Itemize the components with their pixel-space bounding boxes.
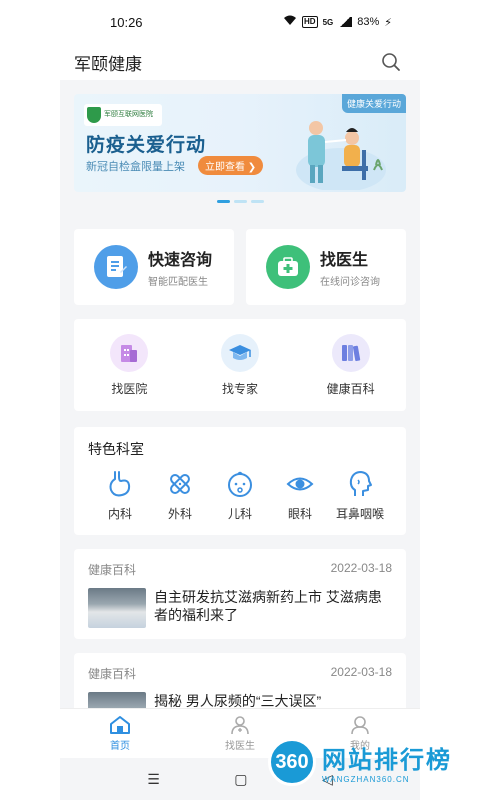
banner-section: 军颐互联网医院 防疫关爱行动 新冠自检盒限量上架 立即查看 ❯ 健康关爱行动 bbox=[60, 80, 420, 192]
status-time: 10:26 bbox=[110, 14, 143, 30]
banner-subtitle: 新冠自检盒限量上架 bbox=[86, 161, 185, 173]
graduation-cap-icon bbox=[220, 333, 259, 372]
quick-consult-title: 快速咨询 bbox=[148, 252, 213, 269]
eye-icon bbox=[286, 477, 314, 491]
dept-label: 耳鼻咽喉 bbox=[335, 507, 384, 521]
news-title: 自主研发抗艾滋病新药上市 艾滋病患者的福利来了 bbox=[154, 589, 382, 623]
app-screen: 10:26 HD 5G 83% ⚡ 军颐健康 军颐互联网医院 防疫关爱行动 新冠… bbox=[60, 0, 420, 800]
wifi-icon bbox=[283, 15, 297, 29]
entry-label: 找专家 bbox=[221, 381, 258, 396]
status-icons: HD 5G 83% ⚡ bbox=[283, 15, 392, 29]
news-category: 健康百科 bbox=[88, 667, 137, 681]
bandage-icon bbox=[170, 474, 190, 494]
dept-label: 外科 bbox=[167, 507, 192, 521]
home-button-icon[interactable]: ▢ bbox=[234, 771, 247, 788]
watermark-en: WANGZHAN360.CN bbox=[322, 775, 410, 784]
hospital-icon bbox=[110, 333, 149, 372]
news-category: 健康百科 bbox=[88, 563, 137, 577]
dept-internal-medicine[interactable]: 内科 bbox=[92, 469, 148, 522]
banner-headline: 防疫关爱行动 bbox=[86, 135, 207, 156]
network-label: 5G bbox=[322, 17, 334, 27]
quick-consult-subtitle: 智能匹配医生 bbox=[148, 277, 208, 288]
medical-kit-icon bbox=[266, 245, 310, 289]
news-header: 健康百科 2022-03-18 bbox=[88, 665, 392, 682]
news-date: 2022-03-18 bbox=[330, 561, 392, 575]
find-doctor-card[interactable]: 找医生 在线问诊咨询 bbox=[246, 229, 406, 305]
promo-banner[interactable]: 军颐互联网医院 防疫关爱行动 新冠自检盒限量上架 立即查看 ❯ 健康关爱行动 bbox=[74, 94, 406, 192]
hd-badge: HD bbox=[302, 16, 318, 28]
entry-label: 找医院 bbox=[111, 381, 148, 396]
view-now-button[interactable]: 立即查看 ❯ bbox=[198, 156, 264, 175]
search-icon[interactable] bbox=[380, 51, 402, 73]
dept-label: 眼科 bbox=[287, 507, 312, 521]
departments-title: 特色科室 bbox=[88, 441, 144, 457]
dept-ent[interactable]: 耳鼻咽喉 bbox=[332, 469, 388, 522]
baby-icon bbox=[228, 471, 252, 497]
dept-ophthalmology[interactable]: 眼科 bbox=[272, 469, 328, 522]
carousel-dot[interactable] bbox=[216, 200, 230, 203]
menu-icon[interactable]: ☰ bbox=[147, 771, 160, 788]
dept-pediatrics[interactable]: 儿科 bbox=[212, 469, 268, 522]
news-header: 健康百科 2022-03-18 bbox=[88, 561, 392, 578]
dept-label: 内科 bbox=[107, 507, 132, 521]
entry-find-expert[interactable]: 找专家 bbox=[200, 333, 280, 397]
app-bar: 军颐健康 bbox=[60, 44, 420, 80]
user-icon bbox=[351, 716, 369, 735]
head-profile-icon bbox=[349, 471, 372, 496]
charging-icon: ⚡ bbox=[384, 16, 392, 29]
tab-label: 首页 bbox=[110, 741, 130, 752]
app-title: 军颐健康 bbox=[74, 54, 142, 74]
home-icon bbox=[110, 716, 130, 734]
find-doctor-subtitle: 在线问诊咨询 bbox=[320, 277, 380, 288]
news-date: 2022-03-18 bbox=[330, 665, 392, 679]
service-entries: 找医院 找专家 健康百科 bbox=[74, 319, 406, 411]
doctor-icon bbox=[231, 716, 249, 735]
watermark-logo: 360 bbox=[268, 738, 316, 786]
entry-label: 健康百科 bbox=[326, 381, 375, 396]
battery-level: 83% bbox=[357, 16, 380, 28]
watermark-cn: 网站排行榜 bbox=[322, 747, 452, 774]
watermark-text: 网站排行榜 WANGZHAN360.CN bbox=[322, 740, 452, 784]
site-watermark: 360 网站排行榜 WANGZHAN360.CN bbox=[268, 738, 452, 786]
status-bar: 10:26 HD 5G 83% ⚡ bbox=[60, 0, 420, 44]
signal-icon bbox=[338, 17, 353, 27]
carousel-dot[interactable] bbox=[250, 200, 264, 203]
carousel-dot[interactable] bbox=[233, 200, 247, 203]
quick-actions: 快速咨询 智能匹配医生 找医生 在线问诊咨询 bbox=[60, 203, 420, 305]
document-icon bbox=[94, 245, 138, 289]
carousel-indicator bbox=[60, 192, 420, 203]
entry-find-hospital[interactable]: 找医院 bbox=[89, 333, 169, 397]
news-thumbnail bbox=[88, 588, 146, 628]
hospital-logo: 军颐互联网医院 bbox=[84, 104, 162, 126]
find-doctor-title: 找医生 bbox=[320, 252, 369, 269]
books-icon bbox=[331, 333, 370, 372]
dept-label: 儿科 bbox=[227, 507, 252, 521]
stomach-icon bbox=[109, 471, 131, 497]
shield-icon bbox=[87, 107, 101, 123]
swab-test-illustration bbox=[296, 121, 386, 190]
news-card[interactable]: 健康百科 2022-03-18 自主研发抗艾滋病新药上市 艾滋病患者的福利来了 bbox=[74, 549, 406, 639]
featured-departments: 特色科室 内科 外科 儿科 眼科 耳鼻咽喉 bbox=[74, 427, 406, 535]
dept-surgery[interactable]: 外科 bbox=[152, 469, 208, 522]
departments-row: 内科 外科 儿科 眼科 耳鼻咽喉 bbox=[88, 469, 392, 522]
hospital-logo-text: 军颐互联网医院 bbox=[104, 111, 153, 118]
tab-home[interactable]: 首页 bbox=[80, 715, 160, 752]
entry-health-wiki[interactable]: 健康百科 bbox=[311, 333, 391, 397]
news-body: 自主研发抗艾滋病新药上市 艾滋病患者的福利来了 bbox=[88, 588, 392, 628]
quick-consult-card[interactable]: 快速咨询 智能匹配医生 bbox=[74, 229, 234, 305]
tab-label: 找医生 bbox=[225, 741, 255, 752]
